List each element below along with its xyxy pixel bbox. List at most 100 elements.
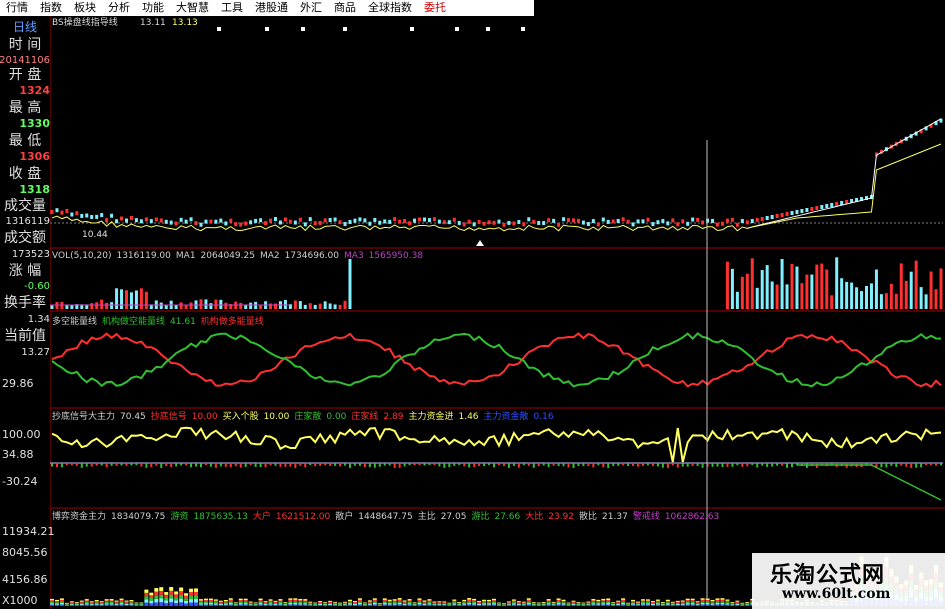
- menu-item[interactable]: 商品: [328, 0, 362, 16]
- capital-bar-segment: [447, 605, 452, 606]
- menu-item[interactable]: 功能: [136, 0, 170, 16]
- capital-bar-segment: [660, 605, 665, 606]
- capital-bar-segment: [715, 598, 720, 600]
- price-candle: [770, 215, 774, 219]
- capital-bar-segment: [323, 602, 328, 603]
- capital-bar-segment: [437, 602, 442, 604]
- signal-tick: [711, 463, 714, 467]
- capital-bar-segment: [685, 601, 690, 604]
- volume-bar: [919, 287, 923, 309]
- signal-tick: [115, 463, 118, 466]
- menu-item[interactable]: 工具: [215, 0, 249, 16]
- menu-item[interactable]: 外汇: [294, 0, 328, 16]
- capital-bar-segment: [357, 599, 362, 602]
- menu-item[interactable]: 大智慧: [170, 0, 215, 16]
- signal-tick: [130, 463, 133, 466]
- capital-bar-segment: [288, 599, 293, 602]
- capital-bar-segment: [725, 602, 730, 604]
- capital-bar-segment: [506, 603, 511, 605]
- info-panel: 日线 时 间 20141106 开 盘 1324 最 高 1330 最 低 13…: [0, 16, 50, 609]
- panel4-label: 抄底信号大主力: [52, 412, 116, 422]
- price-candle: [502, 222, 506, 227]
- marker-triangle: [476, 240, 484, 246]
- capital-bar-segment: [362, 604, 367, 606]
- price-candle: [472, 222, 476, 227]
- capital-bar-segment: [179, 591, 184, 595]
- capital-bar-segment: [670, 604, 675, 606]
- capital-bar-segment: [586, 603, 591, 605]
- panel4-label: 庄家散: [294, 412, 322, 422]
- volume-bar: [269, 303, 273, 309]
- menu-item[interactable]: 港股通: [249, 0, 294, 16]
- capital-bar-segment: [402, 600, 407, 602]
- capital-bar-segment: [64, 604, 69, 606]
- capital-bar-segment: [422, 604, 427, 606]
- capital-bar-segment: [685, 600, 690, 602]
- capital-bar-segment: [581, 603, 586, 604]
- capital-bar-segment: [715, 599, 720, 602]
- volume-bar: [855, 287, 859, 309]
- capital-bar-segment: [159, 602, 164, 606]
- capital-bar-segment: [536, 602, 541, 604]
- capital-bar-segment: [328, 604, 333, 606]
- menu-item[interactable]: 分析: [102, 0, 136, 16]
- signal-tick: [671, 463, 674, 466]
- capital-bar-segment: [169, 598, 174, 603]
- price-candle: [651, 222, 655, 227]
- capital-bar-segment: [174, 591, 179, 595]
- capital-bar-segment: [169, 587, 174, 591]
- capital-bar-segment: [258, 604, 263, 606]
- signal-tick: [393, 463, 396, 468]
- capital-bar-segment: [591, 600, 596, 602]
- volume-bar: [224, 302, 228, 309]
- capital-bar-segment: [690, 603, 695, 605]
- capital-bar-segment: [551, 602, 556, 604]
- menu-item[interactable]: 全球指数: [362, 0, 418, 16]
- volume-bar: [904, 280, 908, 309]
- price-candle: [631, 222, 635, 227]
- capital-bar-segment: [50, 598, 54, 601]
- volume-bar: [810, 274, 814, 309]
- capital-bar-segment: [675, 602, 680, 604]
- volume-bar: [825, 269, 829, 309]
- capital-bar-segment: [710, 599, 715, 602]
- capital-bar-segment: [655, 600, 660, 603]
- signal-tick: [348, 463, 351, 468]
- capital-bar-segment: [427, 603, 432, 605]
- capital-bar-segment: [685, 603, 690, 605]
- capital-bar-segment: [700, 601, 705, 603]
- signal-tick: [185, 463, 188, 466]
- capital-bar-segment: [328, 602, 333, 604]
- capital-bar-segment: [154, 602, 159, 606]
- volume-bar: [939, 268, 943, 309]
- low-label: 最 低: [8, 133, 42, 149]
- price-candle: [413, 218, 417, 223]
- volume-bar: [884, 293, 888, 309]
- volume-bar: [889, 283, 893, 309]
- menu-item[interactable]: 委托: [418, 0, 452, 16]
- capital-bar-segment: [169, 590, 174, 595]
- menu-item[interactable]: 指数: [34, 0, 68, 16]
- capital-bar-segment: [198, 600, 203, 602]
- capital-bar-segment: [442, 604, 447, 606]
- signal-tick: [110, 463, 113, 466]
- capital-bar-segment: [660, 603, 665, 605]
- capital-bar-segment: [318, 604, 323, 606]
- volume-bar: [90, 303, 94, 309]
- capital-bar-segment: [596, 599, 601, 602]
- capital-bar-segment: [541, 605, 546, 606]
- capital-bar-segment: [397, 604, 402, 606]
- price-candle: [442, 220, 446, 225]
- capital-bar-segment: [377, 605, 382, 606]
- volume-bar: [293, 300, 297, 309]
- menu-item[interactable]: 行情: [0, 0, 34, 16]
- volume-bar: [164, 304, 168, 309]
- capital-bar-segment: [462, 602, 467, 604]
- capital-bar-segment: [675, 600, 680, 602]
- volume-bar: [909, 271, 913, 309]
- capital-bar-segment: [99, 604, 104, 606]
- menu-item[interactable]: 板块: [68, 0, 102, 16]
- period-tab[interactable]: 日线: [0, 18, 50, 35]
- signal-tick: [314, 463, 317, 467]
- capital-bar-segment: [735, 601, 740, 603]
